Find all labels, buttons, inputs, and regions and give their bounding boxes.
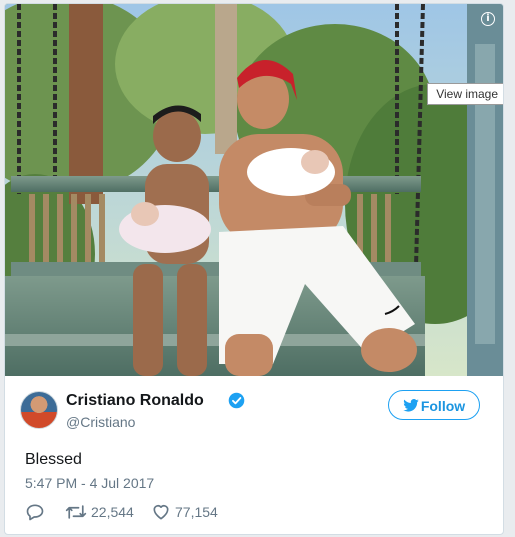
photo-illustration xyxy=(5,4,503,376)
author-name[interactable]: Cristiano Ronaldo xyxy=(66,392,204,410)
view-image-tooltip[interactable]: View image xyxy=(427,83,503,105)
retweet-action[interactable]: 22,544 xyxy=(65,502,145,522)
tweet-header: Cristiano Ronaldo @Cristiano Follow xyxy=(20,387,480,433)
verified-badge-icon xyxy=(228,392,245,409)
author-handle[interactable]: @Cristiano xyxy=(66,414,135,430)
like-count: 77,154 xyxy=(175,504,218,520)
avatar[interactable] xyxy=(20,391,58,429)
retweet-icon xyxy=(65,505,87,519)
twitter-bird-icon xyxy=(403,399,419,412)
tweet-text: Blessed xyxy=(25,451,82,468)
retweet-count: 22,544 xyxy=(91,504,134,520)
follow-button[interactable]: Follow xyxy=(388,390,480,420)
reply-action[interactable] xyxy=(25,502,47,522)
info-icon[interactable]: i xyxy=(481,12,495,26)
like-action[interactable]: 77,154 xyxy=(151,502,231,522)
follow-label: Follow xyxy=(420,398,466,414)
embedded-tweet-card: i View image Cristiano Ronaldo @Cristian… xyxy=(4,3,504,535)
tweet-timestamp[interactable]: 5:47 PM - 4 Jul 2017 xyxy=(25,475,154,491)
tweet-photo[interactable]: i View image xyxy=(5,4,503,376)
reply-icon xyxy=(26,504,44,521)
heart-icon xyxy=(153,504,169,520)
